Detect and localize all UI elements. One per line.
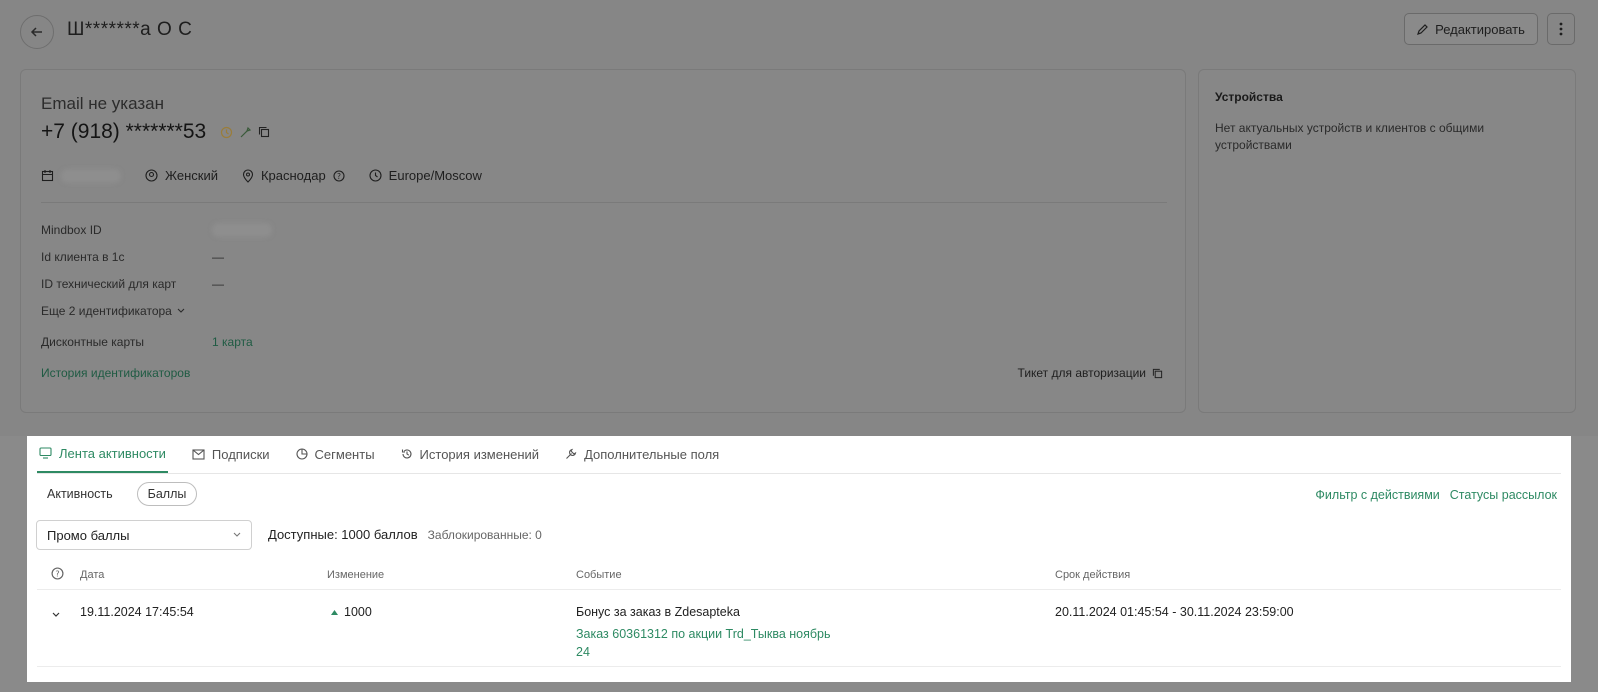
monitor-icon <box>39 447 52 459</box>
identifier-row: Mindbox ID <box>41 216 272 243</box>
devices-card: Устройства Нет актуальных устройств и кл… <box>1198 69 1576 413</box>
pie-chart-icon <box>295 448 308 460</box>
subtab-points[interactable]: Баллы <box>136 482 198 506</box>
phone-number: +7 (918) *******53 <box>41 120 207 143</box>
timezone-text: Europe/Moscow <box>388 168 482 183</box>
devices-title: Устройства <box>1215 90 1283 104</box>
points-type-select[interactable]: Промо баллы <box>36 520 252 550</box>
filter-actions-link[interactable]: Фильтр с действиями <box>1315 488 1439 502</box>
row-event-order-link[interactable]: Заказ 60361312 по акции Trd_Тыква ноябрь… <box>576 625 846 661</box>
row-event: Бонус за заказ в Zdesapteka Заказ 603613… <box>576 605 846 661</box>
user-circle-icon <box>145 169 158 182</box>
copy-icon[interactable] <box>258 126 270 138</box>
tab-label: История изменений <box>419 446 540 462</box>
row-validity: 20.11.2024 01:45:54 - 30.11.2024 23:59:0… <box>1055 605 1294 619</box>
tab-change-history[interactable]: История изменений <box>399 435 542 473</box>
mail-icon <box>192 448 205 460</box>
location-pin-icon <box>242 168 254 183</box>
tab-segments[interactable]: Сегменты <box>294 435 377 473</box>
auth-ticket-label: Тикет для авторизации <box>1017 366 1146 380</box>
tab-subscriptions[interactable]: Подписки <box>190 435 272 473</box>
edit-button-label: Редактировать <box>1435 21 1525 37</box>
identifiers-history-link[interactable]: История идентификаторов <box>41 366 190 380</box>
identifiers-list: Mindbox ID Id клиента в 1с — ID техничес… <box>41 216 272 355</box>
arrow-left-icon <box>30 27 42 37</box>
balance-summary: Доступные: 1000 баллов Заблокированные: … <box>268 527 542 542</box>
panel-links: Фильтр с действиями Статусы рассылок <box>1315 488 1557 502</box>
identifier-row: ID технический для карт — <box>41 270 272 297</box>
chevron-down-icon <box>177 308 185 313</box>
discount-cards-label: Дисконтные карты <box>41 334 144 349</box>
row-event-title: Бонус за заказ в Zdesapteka <box>576 605 740 619</box>
subtab-activity[interactable]: Активность <box>37 483 123 505</box>
help-circle-icon[interactable]: ? <box>333 169 345 182</box>
mailing-statuses-link[interactable]: Статусы рассылок <box>1450 488 1557 502</box>
devices-empty-text: Нет актуальных устройств и клиентов с об… <box>1215 121 1485 152</box>
svg-text:?: ? <box>337 171 341 180</box>
clock-icon[interactable] <box>220 126 233 139</box>
table-header: ? Дата Изменение Событие Срок действия <box>37 560 1561 590</box>
tag-icon[interactable] <box>239 126 252 139</box>
column-header-event: Событие <box>576 569 622 581</box>
triangle-up-icon <box>331 609 338 615</box>
discount-cards-row: Дисконтные карты 1 карта <box>41 328 272 355</box>
column-header-change: Изменение <box>327 569 385 581</box>
tab-label: Лента активности <box>59 445 166 461</box>
tab-label: Подписки <box>211 446 270 462</box>
tab-label: Сегменты <box>314 446 375 462</box>
mindbox-id-hidden <box>212 222 272 237</box>
more-identifiers-label: Еще 2 идентификатора <box>41 303 172 318</box>
tab-additional-fields[interactable]: Дополнительные поля <box>563 435 721 473</box>
gender-text: Женский <box>165 168 218 183</box>
calendar-icon <box>41 170 54 182</box>
auth-ticket-button[interactable]: Тикет для авторизации <box>1018 366 1163 380</box>
row-date: 19.11.2024 17:45:54 <box>80 605 194 619</box>
identifier-row: Id клиента в 1с — <box>41 243 272 270</box>
phone-row: +7 (918) *******53 <box>41 120 270 144</box>
identifier-label: Mindbox ID <box>41 222 102 237</box>
points-type-value: Промо баллы <box>47 527 130 543</box>
history-icon <box>401 449 412 459</box>
discount-cards-link[interactable]: 1 карта <box>212 335 253 349</box>
profile-info-row: Женский Краснодар ? Europe/Moscow <box>41 168 496 183</box>
row-change: 1000 <box>331 605 372 619</box>
tab-label: Дополнительные поля <box>584 446 720 462</box>
column-header-validity: Срок действия <box>1055 569 1131 581</box>
available-points: Доступные: 1000 баллов <box>268 527 418 542</box>
copy-icon <box>1152 368 1163 378</box>
city-text: Краснодар <box>260 168 326 183</box>
tab-activity-feed[interactable]: Лента активности <box>37 435 168 473</box>
help-circle-icon[interactable]: ? <box>51 567 64 580</box>
more-identifiers-toggle[interactable]: Еще 2 идентификатора <box>41 297 272 324</box>
tab-bar: Лента активности Подписки Сегменты Истор… <box>37 436 1561 474</box>
chevron-down-icon[interactable] <box>52 612 60 618</box>
table-row: 19.11.2024 17:45:54 1000 Бонус за заказ … <box>37 591 1561 667</box>
clock-icon <box>369 169 382 182</box>
activity-panel: Лента активности Подписки Сегменты Истор… <box>27 436 1571 682</box>
subtab-switcher: Активность Баллы <box>37 482 198 506</box>
email-text: Email не указан <box>41 94 165 113</box>
column-header-date: Дата <box>80 569 105 581</box>
edit-button[interactable]: Редактировать <box>1404 13 1538 45</box>
wrench-icon <box>566 448 577 459</box>
page-title: Ш*******а О С <box>67 19 193 40</box>
blocked-points: Заблокированные: 0 <box>427 528 542 542</box>
dimmed-overlay-area: Ш*******а О С Редактировать Email не ука… <box>0 0 1598 436</box>
vertical-dots-icon <box>1559 22 1563 36</box>
back-button[interactable] <box>20 15 54 49</box>
pencil-icon <box>1417 24 1428 35</box>
identifier-label: Id клиента в 1с <box>41 249 125 264</box>
divider <box>41 202 1167 203</box>
identifier-label: ID технический для карт <box>41 276 177 291</box>
profile-card: Email не указан +7 (918) *******53 Женск… <box>20 69 1186 413</box>
svg-text:?: ? <box>55 569 59 579</box>
birthdate-hidden <box>61 168 121 183</box>
chevron-down-icon <box>233 532 241 537</box>
identifier-value: — <box>212 276 224 291</box>
identifier-value: — <box>212 249 224 264</box>
row-change-value: 1000 <box>344 605 372 619</box>
more-menu-button[interactable] <box>1547 13 1575 45</box>
